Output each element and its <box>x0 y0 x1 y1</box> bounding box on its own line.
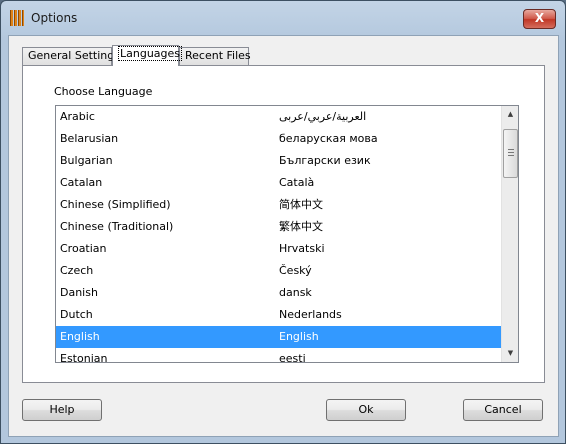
language-name: Bulgarian <box>60 154 113 167</box>
language-name: Dutch <box>60 308 93 321</box>
app-logo-icon <box>10 10 24 26</box>
language-native-name: Hrvatski <box>279 242 325 255</box>
language-native-name: Nederlands <box>279 308 342 321</box>
language-name: Catalan <box>60 176 103 189</box>
language-row[interactable]: Arabic العربية/عربي/عربى <box>56 106 501 128</box>
vertical-scrollbar[interactable]: ▲ ▼ <box>501 106 518 362</box>
language-row[interactable]: Belarusian беларуская мова <box>56 128 501 150</box>
language-native-name: беларуская мова <box>279 132 378 145</box>
tab-general-settings[interactable]: General Settings <box>22 47 120 65</box>
language-native-name: Български език <box>279 154 371 167</box>
close-button[interactable]: X <box>523 9 556 29</box>
language-name: Chinese (Simplified) <box>60 198 171 211</box>
language-list: Arabic العربية/عربي/عربى Belarusian беларус… <box>56 106 501 363</box>
language-native-name: Català <box>279 176 315 189</box>
language-native-name: 繁体中文 <box>279 220 323 233</box>
choose-language-label: Choose Language <box>54 85 153 98</box>
language-name: Danish <box>60 286 98 299</box>
language-name: Estonian <box>60 352 108 363</box>
language-row[interactable]: Czech Český <box>56 260 501 282</box>
languages-panel: Choose Language Arabic العربية/عربي/عربى B… <box>22 65 545 383</box>
language-row[interactable]: Catalan Català <box>56 172 501 194</box>
language-name: Belarusian <box>60 132 119 145</box>
tab-recent-files[interactable]: Recent Files <box>179 47 251 65</box>
close-icon: X <box>534 11 545 25</box>
scroll-up-icon[interactable]: ▲ <box>502 106 518 123</box>
help-button[interactable]: Help <box>22 399 102 421</box>
language-native-name: eesti <box>279 352 306 363</box>
language-row[interactable]: English English <box>56 326 501 348</box>
language-listbox[interactable]: Arabic العربية/عربي/عربى Belarusian беларус… <box>55 105 519 363</box>
language-row[interactable]: Danish dansk <box>56 282 501 304</box>
language-row[interactable]: Chinese (Simplified) 简体中文 <box>56 194 501 216</box>
language-native-name: dansk <box>279 286 312 299</box>
title-bar[interactable]: Options X <box>1 1 565 35</box>
tab-languages[interactable]: Languages <box>112 45 183 66</box>
language-row[interactable]: Dutch Nederlands <box>56 304 501 326</box>
language-native-name: Český <box>279 264 312 277</box>
window-title: Options <box>31 11 78 25</box>
scroll-thumb[interactable] <box>503 129 518 178</box>
language-row[interactable]: Estonian eesti <box>56 348 501 363</box>
language-name: Chinese (Traditional) <box>60 220 174 233</box>
ok-button[interactable]: Ok <box>326 399 406 421</box>
language-native-name: English <box>279 330 319 343</box>
language-name: Arabic <box>60 110 95 123</box>
language-name: Czech <box>60 264 94 277</box>
language-name: English <box>60 330 100 343</box>
tab-label: General Settings <box>28 49 120 62</box>
language-row[interactable]: Chinese (Traditional) 繁体中文 <box>56 216 501 238</box>
language-name: Croatian <box>60 242 107 255</box>
tab-label: Recent Files <box>185 49 251 62</box>
language-row[interactable]: Croatian Hrvatski <box>56 238 501 260</box>
tab-label: Languages <box>118 46 183 61</box>
cancel-button[interactable]: Cancel <box>463 399 543 421</box>
language-row[interactable]: Bulgarian Български език <box>56 150 501 172</box>
scroll-down-icon[interactable]: ▼ <box>502 345 518 362</box>
dialog-body: General Settings Languages Recent Files … <box>8 35 559 437</box>
options-dialog: Options X General Settings Languages Rec… <box>0 0 566 444</box>
language-native-name: 简体中文 <box>279 198 323 211</box>
language-native-name: العربية/عربي/عربى <box>279 110 367 123</box>
